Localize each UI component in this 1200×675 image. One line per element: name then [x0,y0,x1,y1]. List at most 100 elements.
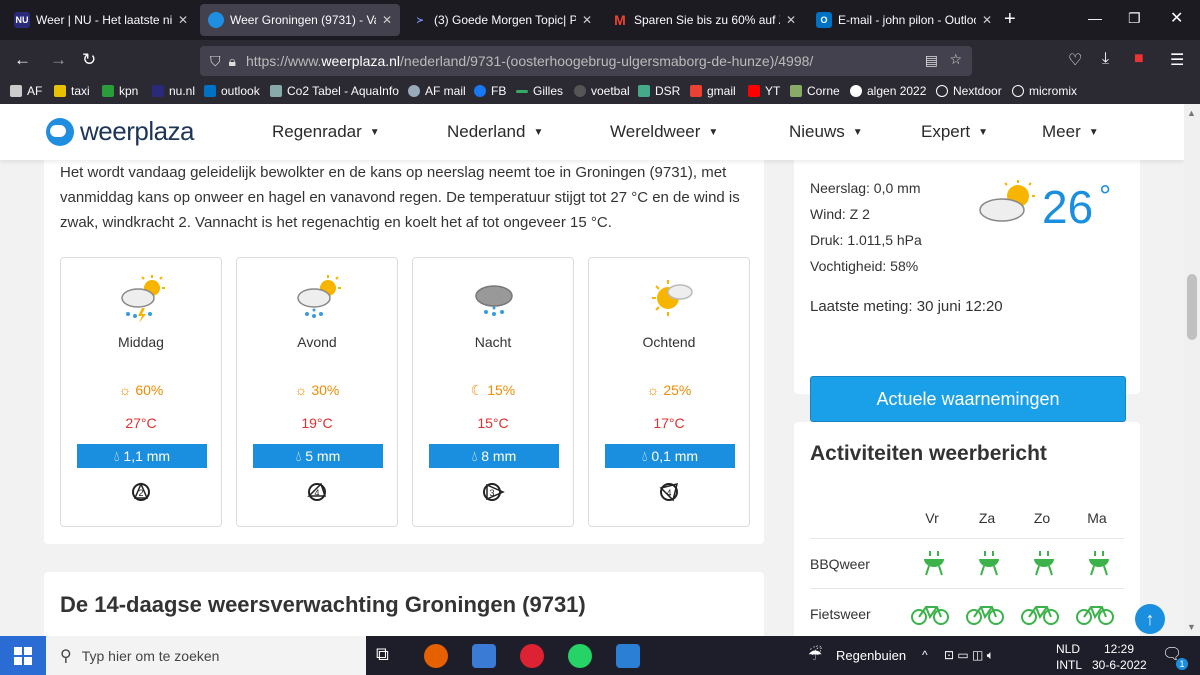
bookmark-yt[interactable]: YT [748,84,780,98]
rain-weather-icon[interactable]: ☔︎ [808,645,822,665]
app-icon[interactable] [472,644,496,668]
bookmark-gilles[interactable]: Gilles [516,84,563,98]
windows-taskbar: ⚲ Typ hier om te zoeken ⧉ ☔︎ Regenbuien … [0,636,1200,675]
chevron-down-icon: ▼ [708,127,719,138]
bookmark-label: taxi [71,84,90,98]
forward-icon[interactable]: → [50,50,67,70]
scroll-to-top-button[interactable]: ↑ [1135,604,1165,634]
whatsapp-icon[interactable] [568,644,592,668]
thunder-rain-sun-icon [121,275,165,323]
bookmark-gmail[interactable]: gmail [690,84,736,98]
menu-icon[interactable]: ☰ [1170,50,1184,70]
bookmark-dsr[interactable]: DSR [638,84,680,98]
precip-chance: ☼ 30% [237,382,397,398]
chevron-down-icon: ▼ [369,127,380,138]
menu-expert[interactable]: Expert ▼ [921,122,988,142]
taskbar-weather[interactable]: Regenbuien [836,648,906,663]
precip-chance: ☾ 15% [413,382,573,399]
page-scrollbar[interactable]: ▲ ▼ [1184,104,1200,636]
scroll-up-icon[interactable]: ▲ [1187,108,1196,118]
menu-wereldweer[interactable]: Wereldweer ▼ [610,122,718,142]
close-icon[interactable]: ✕ [382,13,392,27]
clock-date[interactable]: 30-6-2022 [1092,658,1147,672]
bookmark-corne[interactable]: Corne [790,84,840,98]
firefox-icon[interactable] [424,644,448,668]
actual-observations-button[interactable]: Actuele waarnemingen [810,376,1126,422]
close-icon[interactable]: ✕ [786,13,796,27]
tab-goede-morgen[interactable]: ≻ (3) Goede Morgen Topic| Pag ✕ [404,4,600,36]
reload-icon[interactable]: ↻ [82,50,96,70]
bicycle-icon [1076,606,1114,625]
menu-regenradar[interactable]: Regenradar ▼ [272,122,380,142]
minimize-icon[interactable]: — [1088,10,1102,26]
close-icon[interactable]: ✕ [178,13,188,27]
tab-label: (3) Goede Morgen Topic| Pag [434,13,576,27]
bookmark-icon [850,85,862,97]
bookmark-taxi[interactable]: taxi [54,84,90,98]
app-icon[interactable] [520,644,544,668]
period-temperature: 17°C [653,415,685,431]
bookmark-icon [638,85,650,97]
bookmark-star-icon[interactable]: ☆ [949,51,962,68]
tab-weerplaza[interactable]: Weer Groningen (9731) - Van ✕ [200,4,400,36]
bookmark-nunl[interactable]: nu.nl [152,84,195,98]
activity-row-bbq[interactable]: BBQweer [810,538,1124,588]
downloads-icon[interactable]: ⤓ [1102,50,1109,68]
photos-icon[interactable] [616,644,640,668]
extension-icon[interactable]: ■ [1134,50,1144,68]
close-icon[interactable]: ✕ [982,13,992,27]
keyboard-layout[interactable]: INTL [1056,658,1082,672]
back-icon[interactable]: ← [14,50,31,70]
task-view-icon[interactable]: ⧉ [376,644,400,668]
bookmark-afmail[interactable]: AF mail [408,84,466,98]
address-bar[interactable]: ⛉ 🔒︎ https://www. weerplaza.nl/nederland/… [200,46,972,76]
day-label: Za [978,510,996,526]
restore-icon[interactable]: ❐ [1128,10,1141,27]
sun-icon: ☼ [294,382,308,398]
taskbar-search[interactable]: ⚲ Typ hier om te zoeken [46,636,366,675]
shield-icon[interactable]: ⛉ [210,53,221,70]
bookmark-label: outlook [221,84,260,98]
chevron-down-icon: ▼ [852,127,863,138]
rain-amount: 💧︎ 1,1 mm [77,444,207,468]
close-icon[interactable]: ✕ [582,13,592,27]
scrollbar-thumb[interactable] [1187,274,1197,340]
tray-icons[interactable]: ⊡ ▭ ◫ 🔈︎ [944,648,994,663]
tab-nu[interactable]: NU Weer | NU - Het laatste nieuw ✕ [6,4,196,36]
lock-icon[interactable]: 🔒︎ [229,53,236,70]
precipitation-reading: Neerslag: 0,0 mm [810,180,921,196]
scroll-down-icon[interactable]: ▼ [1187,622,1196,632]
bookmark-label: Gilles [533,84,564,98]
bookmark-icon [408,85,420,97]
forum-favicon-icon: ≻ [416,14,424,25]
bookmark-micromix[interactable]: micromix [1012,84,1077,98]
tab-label: Weer Groningen (9731) - Van [230,13,376,27]
rain-amount: 💧︎ 5 mm [253,444,383,468]
bookmark-outlook[interactable]: outlook [204,84,260,98]
bookmark-voetbal[interactable]: voetbal [574,84,630,98]
language-indicator[interactable]: NLD [1056,642,1080,656]
tab-gmail[interactable]: M Sparen Sie bis zu 60% auf Zw ✕ [604,4,804,36]
start-button[interactable] [0,636,46,675]
new-tab-icon[interactable]: + [1004,8,1016,31]
activity-row-cycling[interactable]: Fietsweer [810,588,1124,636]
menu-nieuws[interactable]: Nieuws ▼ [789,122,863,142]
bookmark-kpn[interactable]: kpn [102,84,138,98]
pocket-icon[interactable]: ♡ [1068,50,1082,70]
bookmark-algen[interactable]: algen 2022 [850,84,926,98]
bookmark-label: voetbal [591,84,630,98]
bookmark-co2[interactable]: Co2 Tabel - AquaInfo [270,84,399,98]
tab-outlook[interactable]: O E-mail - john pilon - Outlook ✕ [808,4,1000,36]
menu-meer[interactable]: Meer ▼ [1042,122,1099,142]
rain-amount: 💧︎ 0,1 mm [605,444,735,468]
reader-view-icon[interactable]: ▤ [925,52,938,69]
bookmark-nextdoor[interactable]: Nextdoor [936,84,1002,98]
bookmark-fb[interactable]: FB [474,84,506,98]
window-close-icon[interactable]: ✕ [1170,8,1183,28]
clock-time[interactable]: 12:29 [1104,642,1134,656]
bookmark-af[interactable]: AF [10,84,42,98]
weerplaza-logo[interactable]: weerplaza [46,116,195,147]
menu-nederland[interactable]: Nederland ▼ [447,122,543,142]
globe-icon [1012,85,1024,97]
tray-chevron-icon[interactable]: ^ [922,648,928,662]
